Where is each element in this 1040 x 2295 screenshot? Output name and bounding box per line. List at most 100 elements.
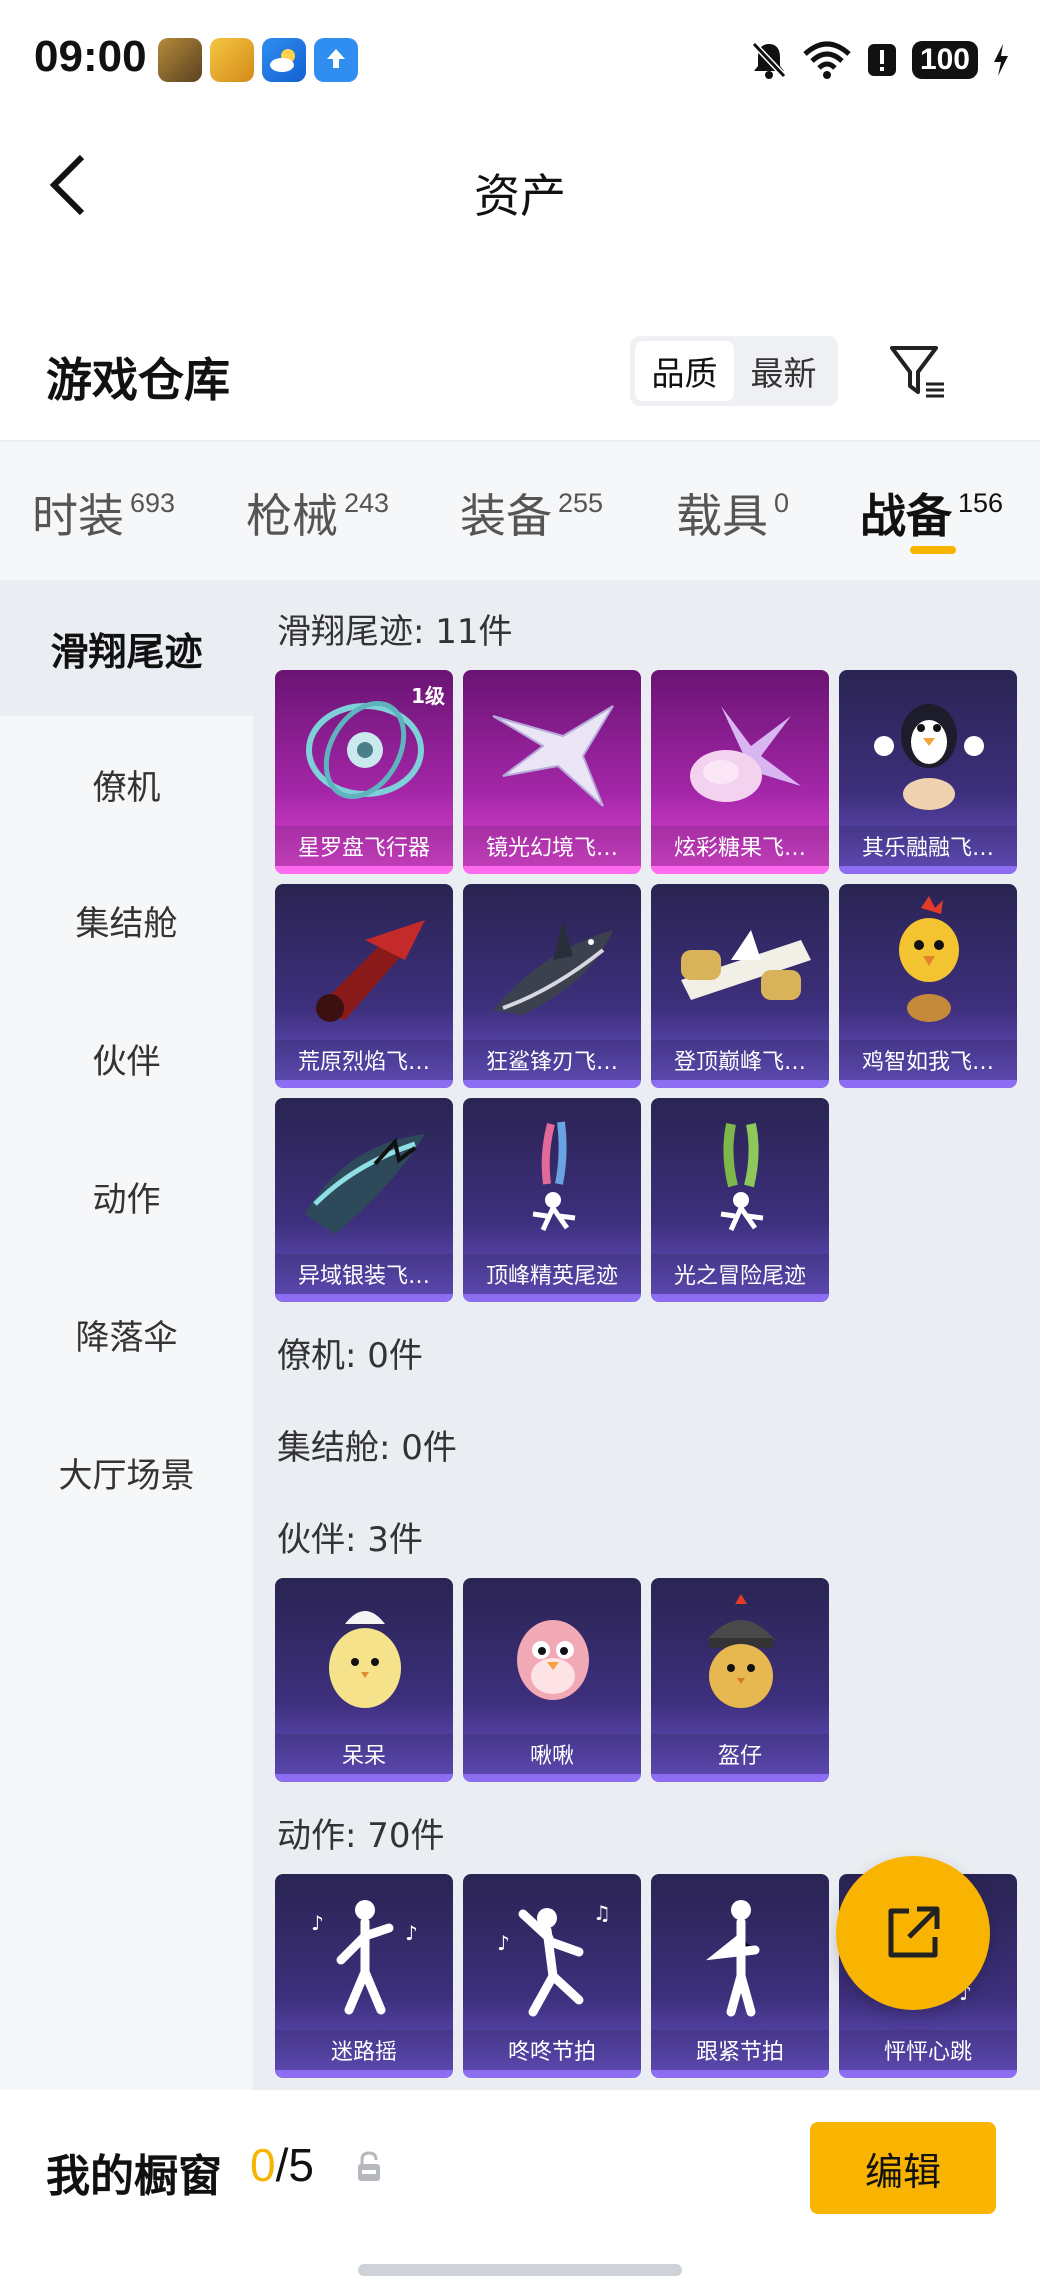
tab-count: 0 [774,488,790,518]
shark-glider-icon [493,920,613,1015]
showcase-title: 我的橱窗 [46,2151,222,2202]
rarity-strip [463,1080,641,1088]
tab-guns[interactable]: 枪械 243 [246,480,389,546]
summit-glider-icon [681,930,811,1000]
rarity-strip [463,1294,641,1302]
pink-bird-partner-icon [517,1620,589,1700]
tab-label: 装备 [460,489,552,543]
rarity-strip [839,1080,1017,1088]
item-card[interactable]: ♪ ♫ 咚咚节拍 [463,1874,641,2078]
warehouse-header: 游戏仓库 品质 最新 [0,320,1040,440]
tab-fashion[interactable]: 时装 693 [32,480,175,546]
home-indicator[interactable] [358,2264,682,2276]
penguin-glider-icon [874,704,984,810]
item-card[interactable]: 啾啾 [463,1578,641,1782]
peace-elite-app-icon [210,38,254,82]
svg-text:♪: ♪ [497,1931,510,1955]
item-card[interactable]: 荒原烈焰飞… [275,884,453,1088]
item-card[interactable]: ♪ ♪ 迷路摇 [275,1874,453,2078]
item-card[interactable]: 其乐融融飞… [839,670,1017,874]
section-title-wingman: 僚机: 0件 [277,1336,423,1376]
tab-label: 时装 [32,489,124,543]
sidebar-item-emote[interactable]: 动作 [0,1128,253,1264]
sidebar-item-partner[interactable]: 伙伴 [0,990,253,1126]
item-label: 登顶巅峰飞… [651,1040,829,1080]
svg-text:♪: ♪ [405,1921,418,1945]
item-card[interactable]: 顶峰精英尾迹 [463,1098,641,1302]
item-card[interactable]: 呆呆 [275,1578,453,1782]
item-card[interactable]: 异域银装飞… [275,1098,453,1302]
item-label: 荒原烈焰飞… [275,1040,453,1080]
bell-muted-icon [751,41,787,79]
rarity-strip [651,2070,829,2078]
sort-latest-button[interactable]: 最新 [734,341,833,401]
rarity-strip [839,2070,1017,2078]
active-tab-indicator [910,546,956,554]
item-label: 迷路摇 [275,2030,453,2070]
follow-beat-emote-icon [705,1900,760,2017]
helmet-chick-partner-icon [707,1594,775,1708]
sort-quality-button[interactable]: 品质 [635,341,734,401]
rarity-strip [651,866,829,874]
sidebar-item-wingman[interactable]: 僚机 [0,716,253,852]
rarity-strip [463,2070,641,2078]
showcase-bar: 我的橱窗 0/5 编辑 [0,2090,1040,2295]
tab-label: 枪械 [246,489,338,543]
elite-trail-icon [532,1121,576,1232]
item-card[interactable]: 狂鲨锋刃飞… [463,884,641,1088]
item-label: 顶峰精英尾迹 [463,1254,641,1294]
silver-glider-icon [305,1134,425,1234]
svg-text:♪: ♪ [311,1911,324,1935]
item-label: 星罗盘飞行器 [275,826,453,866]
item-label: 呆呆 [275,1734,453,1774]
sidebar-item-lobby-scene[interactable]: 大厅场景 [0,1404,253,1540]
item-label: 狂鲨锋刃飞… [463,1040,641,1080]
wifi-icon [803,41,851,79]
pubg-app-icon [158,38,202,82]
rarity-strip [275,866,453,874]
item-label: 炫彩糖果飞… [651,826,829,866]
tab-label: 载具 [676,489,768,543]
section-title-pod: 集结舱: 0件 [277,1428,457,1468]
item-card[interactable]: 鸡智如我飞… [839,884,1017,1088]
filter-button[interactable] [888,342,948,402]
item-label: 跟紧节拍 [651,2030,829,2070]
tab-label: 战备 [860,489,952,543]
item-card[interactable]: 镜光幻境飞… [463,670,641,874]
tab-count: 255 [558,488,604,518]
section-title-glide: 滑翔尾迹: 11件 [277,612,513,652]
sidebar: 滑翔尾迹 僚机 集结舱 伙伴 动作 降落伞 大厅场景 [0,580,253,2090]
item-card[interactable]: 炫彩糖果飞… [651,670,829,874]
item-card[interactable]: 登顶巅峰飞… [651,884,829,1088]
section-title-emote: 动作: 70件 [277,1816,445,1856]
item-card[interactable]: 1级 星罗盘飞行器 [275,670,453,874]
item-label: 光之冒险尾迹 [651,1254,829,1294]
mirror-wing-glider-icon [492,705,614,807]
rarity-strip [651,1294,829,1302]
item-card[interactable]: 光之冒险尾迹 [651,1098,829,1302]
battery-indicator: 100 [911,41,978,79]
sidebar-item-glide-trail[interactable]: 滑翔尾迹 [0,580,253,716]
sidebar-item-pod[interactable]: 集结舱 [0,852,253,988]
tab-vehicles[interactable]: 载具 0 [676,480,789,546]
rarity-strip [463,866,641,874]
tab-equipment[interactable]: 装备 255 [460,480,603,546]
status-bar: 09:00 100 [0,0,1040,120]
sort-toggle: 品质 最新 [630,336,838,406]
item-card[interactable]: 盔仔 [651,1578,829,1782]
tab-readiness[interactable]: 战备 156 [860,480,1003,546]
chick-partner-icon [329,1611,401,1708]
rarity-strip [463,1774,641,1782]
sidebar-item-parachute[interactable]: 降落伞 [0,1266,253,1402]
rarity-strip [651,1774,829,1782]
item-card[interactable]: 跟紧节拍 [651,1874,829,2078]
flame-glider-icon [315,920,425,1022]
status-time: 09:00 [34,32,147,81]
rarity-strip [275,1080,453,1088]
share-fab-button[interactable] [836,1856,990,2010]
showcase-total: /5 [275,2139,314,2191]
section-title-partner: 伙伴: 3件 [277,1520,423,1560]
dance-emote-icon: ♪ ♪ [311,1900,418,2015]
edit-button[interactable]: 编辑 [810,2122,996,2214]
item-label: 咚咚节拍 [463,2030,641,2070]
